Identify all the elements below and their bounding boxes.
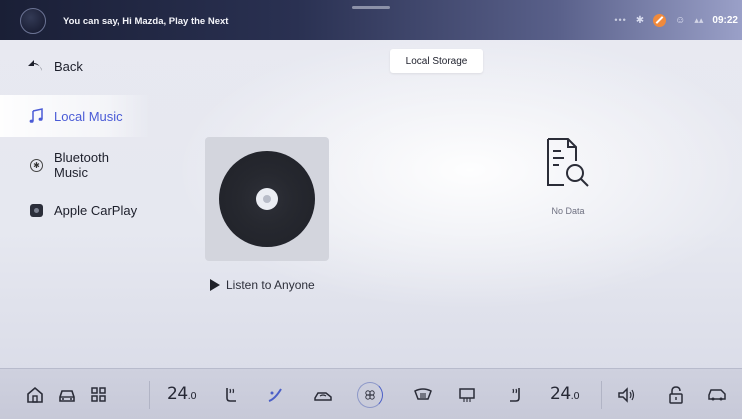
sidebar-item-bluetooth-music[interactable]: ✱ Bluetooth Music: [0, 144, 150, 186]
sidebar-item-label: Bluetooth Music: [54, 150, 109, 180]
dock-divider: [149, 381, 150, 409]
status-clock: 09:22: [712, 14, 738, 26]
back-button[interactable]: Back: [0, 54, 150, 78]
front-defrost-icon[interactable]: [410, 382, 436, 408]
music-screen: You can say, Hi Mazda, Play the Next •••…: [0, 0, 742, 419]
car-icon[interactable]: [54, 382, 80, 408]
recirculation-icon[interactable]: [310, 382, 336, 408]
no-data-text: No Data: [551, 206, 585, 216]
left-temp-decimal: .0: [187, 391, 197, 402]
volume-icon[interactable]: [614, 382, 640, 408]
voice-hint-text: You can say, Hi Mazda, Play the Next: [63, 16, 229, 27]
sidebar: Back Local Music ✱ Bluetooth Music Apple…: [0, 40, 150, 368]
seat-heat-right-icon[interactable]: [502, 382, 528, 408]
vinyl-label: [256, 188, 278, 210]
back-label: Back: [54, 58, 83, 74]
seat-heat-left-icon[interactable]: [218, 382, 244, 408]
more-dots-icon: •••: [614, 15, 627, 25]
car-settings-icon[interactable]: [704, 382, 730, 408]
rear-defrost-icon[interactable]: [454, 382, 480, 408]
status-icons: ••• ✱ ☺ ▴▴ 09:22: [614, 12, 738, 28]
fan-icon[interactable]: [357, 382, 383, 408]
right-temperature[interactable]: 24.0: [550, 384, 580, 404]
lock-icon[interactable]: [663, 382, 689, 408]
left-temp-value: 24: [167, 384, 188, 404]
voice-assistant-icon[interactable]: [20, 8, 46, 34]
left-temperature[interactable]: 24.0: [167, 384, 197, 404]
airflow-icon[interactable]: [262, 382, 288, 408]
back-arrow-icon: [27, 58, 43, 74]
mute-icon: [653, 13, 667, 27]
user-icon: ☺: [675, 14, 686, 26]
sidebar-item-label: Local Music: [54, 108, 123, 124]
no-data-document-icon: [542, 135, 594, 191]
pull-down-handle[interactable]: [352, 6, 390, 9]
right-temp-decimal: .0: [570, 391, 580, 402]
listen-to-anyone-button[interactable]: Listen to Anyone: [210, 277, 315, 293]
bluetooth-icon: ✱: [635, 14, 645, 26]
carplay-icon: [30, 203, 43, 217]
fan-speed-ring: [357, 382, 383, 408]
sidebar-item-apple-carplay[interactable]: Apple CarPlay: [0, 198, 150, 222]
apps-grid-icon[interactable]: [86, 382, 112, 408]
sidebar-item-local-music[interactable]: Local Music: [0, 95, 150, 137]
music-note-icon: [28, 108, 44, 124]
climate-dock: 24.0 24.0: [0, 368, 742, 419]
home-icon[interactable]: [22, 382, 48, 408]
bluetooth-icon: ✱: [30, 158, 43, 172]
dock-divider: [601, 381, 602, 409]
vinyl-record-icon: [219, 151, 315, 247]
listen-label: Listen to Anyone: [226, 278, 315, 292]
signal-icon: ▴▴: [694, 14, 704, 25]
right-temp-value: 24: [550, 384, 571, 404]
album-tile[interactable]: [205, 137, 329, 261]
tab-local-storage[interactable]: Local Storage: [390, 49, 483, 73]
status-bar: You can say, Hi Mazda, Play the Next •••…: [0, 0, 742, 40]
play-icon: [210, 279, 220, 291]
sidebar-item-label: Apple CarPlay: [54, 202, 138, 218]
